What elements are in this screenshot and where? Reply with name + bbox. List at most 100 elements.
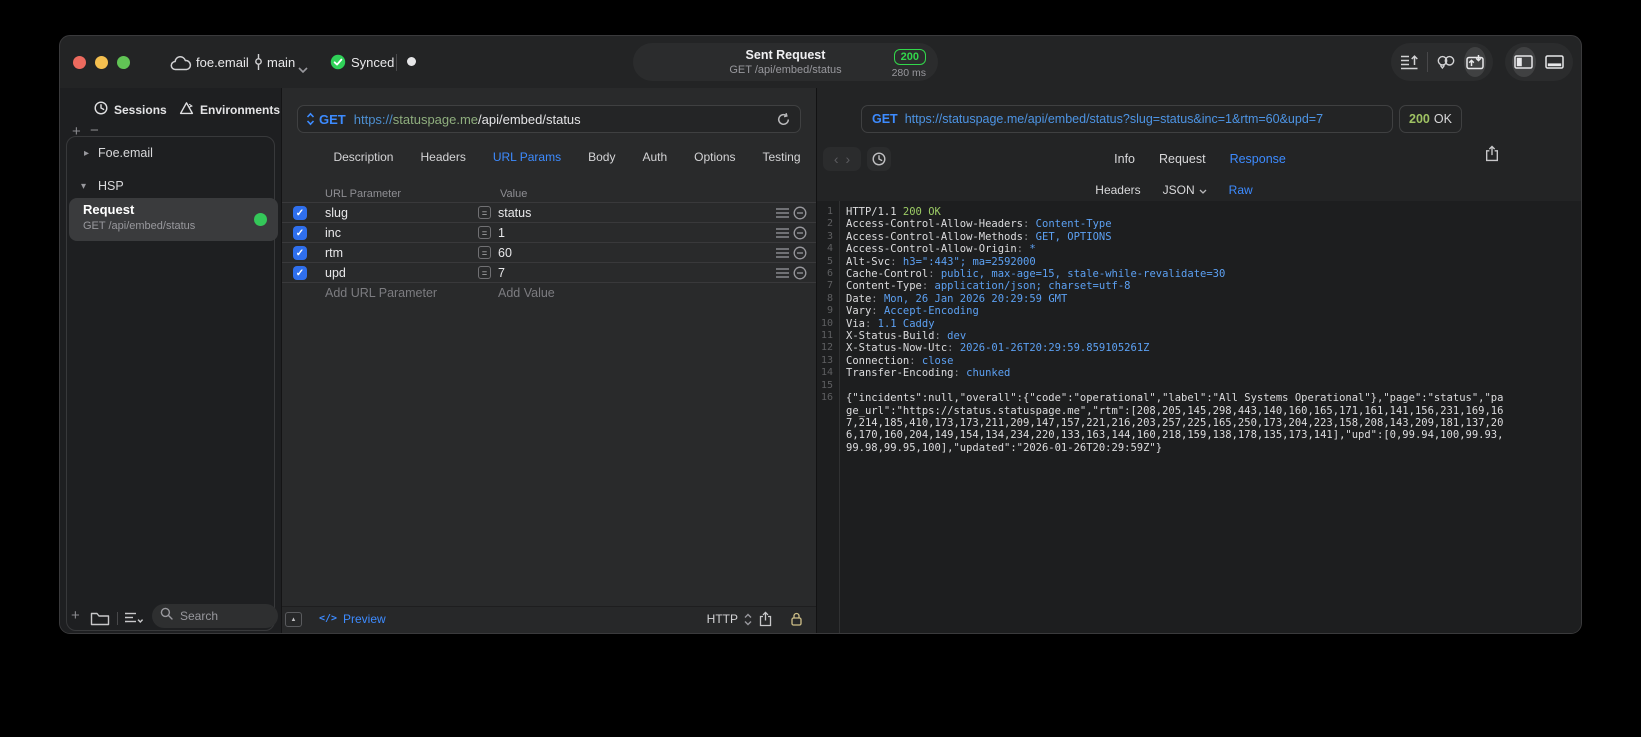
titlebar-divider: [396, 54, 397, 71]
add-param-placeholder[interactable]: Add URL Parameter: [325, 286, 437, 300]
remove-row-icon[interactable]: [793, 206, 807, 220]
minimize-button[interactable]: [95, 56, 108, 69]
tab-testing[interactable]: Testing: [763, 150, 801, 164]
drag-handle-icon[interactable]: [776, 268, 789, 278]
lines-up-arrow-icon[interactable]: [1398, 47, 1420, 77]
line-number: 16: [820, 392, 833, 404]
response-line: 2 Access-Control-Allow-Headers: Content-T…: [817, 218, 1581, 230]
method-stepper-icon[interactable]: [306, 112, 315, 126]
param-checkbox[interactable]: ✓: [293, 226, 307, 240]
response-status-code: 200: [1409, 112, 1430, 126]
export-response-icon[interactable]: [1485, 145, 1499, 162]
tab-url-params[interactable]: URL Params: [493, 150, 561, 164]
bottom-panel-toggle-icon[interactable]: [1543, 47, 1567, 77]
tab-environments[interactable]: Environments: [179, 101, 280, 118]
tab-description[interactable]: Description: [333, 150, 393, 164]
chevron-down-icon[interactable]: [298, 60, 308, 78]
remove-row-icon[interactable]: [793, 226, 807, 240]
url-scheme: https://: [353, 111, 393, 127]
new-folder-icon[interactable]: [90, 611, 110, 631]
disclosure-down-icon[interactable]: ▾: [81, 181, 86, 192]
drag-handle-icon[interactable]: [776, 228, 789, 238]
tab-response[interactable]: Response: [1230, 152, 1286, 166]
toolbar-group-right: [1505, 43, 1573, 81]
param-value[interactable]: 7: [498, 266, 505, 280]
param-value[interactable]: 1: [498, 226, 505, 240]
protocol-stepper-icon[interactable]: [744, 613, 752, 626]
line-content: Access-Control-Allow-Origin: *: [846, 243, 1036, 256]
branch-name[interactable]: main: [267, 55, 295, 70]
search-field[interactable]: [152, 604, 278, 628]
drag-handle-icon[interactable]: [776, 248, 789, 258]
tab-body[interactable]: Body: [588, 150, 615, 164]
add-value-placeholder[interactable]: Add Value: [498, 286, 555, 300]
preview-button[interactable]: Preview: [343, 612, 386, 626]
url-host: statuspage.me: [392, 111, 479, 127]
line-content: Transfer-Encoding: chunked: [846, 367, 1011, 380]
param-name[interactable]: inc: [325, 226, 341, 240]
response-line: 1 HTTP/1.1 200 OK: [817, 206, 1581, 218]
drag-handle-icon[interactable]: [776, 208, 789, 218]
request-response-icon[interactable]: [1463, 47, 1487, 77]
line-number: 8: [826, 292, 833, 304]
request-method[interactable]: GET: [319, 112, 346, 127]
zoom-button[interactable]: [117, 56, 130, 69]
tab-auth[interactable]: Auth: [642, 150, 667, 164]
tab-headers[interactable]: Headers: [420, 150, 465, 164]
share-icon[interactable]: [759, 611, 772, 627]
left-panel-toggle-icon[interactable]: [1512, 47, 1536, 77]
add-request-button[interactable]: +: [71, 608, 80, 623]
subtab-json[interactable]: JSON: [1163, 183, 1207, 197]
record-dot-icon[interactable]: [407, 57, 416, 66]
sidebar-request-item[interactable]: Request GET /api/embed/status: [69, 198, 278, 241]
cloud-icon: [170, 56, 192, 76]
param-value[interactable]: 60: [498, 246, 512, 260]
tab-sessions[interactable]: Sessions: [94, 101, 167, 118]
protocol-selector[interactable]: HTTP: [707, 612, 738, 626]
tab-request[interactable]: Request: [1159, 152, 1206, 166]
tree-item-hsp[interactable]: HSP: [98, 179, 124, 193]
close-button[interactable]: [73, 56, 86, 69]
equals-icon[interactable]: =: [478, 206, 491, 219]
subtab-raw[interactable]: Raw: [1229, 183, 1253, 197]
subtab-headers[interactable]: Headers: [1095, 183, 1140, 197]
collapse-icon[interactable]: ▲: [285, 612, 302, 627]
view-options-icon[interactable]: [124, 611, 144, 630]
sent-request-pill[interactable]: Sent Request GET /api/embed/status 200 2…: [633, 43, 938, 81]
project-name[interactable]: foe.email: [196, 55, 249, 70]
line-content: {"incidents":null,"overall":{"code":"ope…: [846, 392, 1504, 454]
lock-icon[interactable]: [791, 612, 802, 626]
equals-icon[interactable]: =: [478, 226, 491, 239]
sync-status[interactable]: Synced: [351, 55, 394, 70]
remove-row-icon[interactable]: [793, 246, 807, 260]
equals-icon[interactable]: =: [478, 266, 491, 279]
response-line: 14 Transfer-Encoding: chunked: [817, 367, 1581, 380]
disclosure-right-icon[interactable]: ▸: [84, 148, 89, 159]
param-checkbox[interactable]: ✓: [293, 246, 307, 260]
tab-options[interactable]: Options: [694, 150, 735, 164]
response-status-text: OK: [1433, 112, 1452, 126]
param-name[interactable]: slug: [325, 206, 348, 220]
search-input[interactable]: [178, 608, 270, 624]
param-checkbox[interactable]: ✓: [293, 206, 307, 220]
add-param-row: Add URL Parameter Add Value: [282, 282, 816, 303]
line-content: Vary: Accept-Encoding: [846, 305, 979, 318]
tree-item-foe-email[interactable]: Foe.email: [98, 146, 153, 160]
param-value[interactable]: status: [498, 206, 531, 220]
request-url-bar[interactable]: GET https://statuspage.me/api/embed/stat…: [297, 105, 801, 133]
param-name[interactable]: rtm: [325, 246, 343, 260]
param-name[interactable]: upd: [325, 266, 346, 280]
code-icon: </>: [319, 613, 338, 624]
response-code: 1 HTTP/1.1 200 OK 2 Access-Control-Allow-He…: [817, 206, 1581, 454]
remove-row-icon[interactable]: [793, 266, 807, 280]
tab-info[interactable]: Info: [1114, 152, 1135, 166]
equals-icon[interactable]: =: [478, 246, 491, 259]
reload-icon[interactable]: [776, 112, 791, 127]
response-line: 3 Access-Control-Allow-Methods: GET, OPTI…: [817, 231, 1581, 243]
branch-icon: [253, 53, 264, 76]
response-body-area: 1 HTTP/1.1 200 OK 2 Access-Control-Allow-He…: [817, 201, 1581, 633]
param-checkbox[interactable]: ✓: [293, 266, 307, 280]
line-number: 7: [826, 280, 833, 292]
sync-loop-icon[interactable]: [1435, 47, 1457, 77]
request-url-input[interactable]: https://statuspage.me/api/embed/status: [354, 112, 581, 127]
